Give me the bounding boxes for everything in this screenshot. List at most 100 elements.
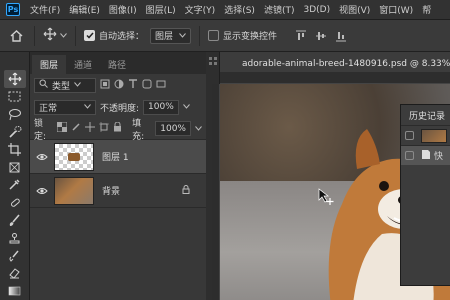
lock-all-icon[interactable] bbox=[113, 121, 122, 135]
align-bottom-icon[interactable] bbox=[335, 30, 347, 42]
chevron-down-icon[interactable] bbox=[183, 102, 190, 112]
blend-row: 正常 不透明度: 100% bbox=[30, 96, 206, 118]
snapshot-checkbox[interactable] bbox=[405, 131, 414, 140]
filter-shape-icon[interactable] bbox=[142, 79, 152, 92]
opacity-input[interactable]: 100% bbox=[143, 99, 180, 115]
layer-thumbnail bbox=[54, 142, 94, 171]
vertical-ruler bbox=[212, 84, 220, 300]
lock-row: 锁定: 填充: 100% bbox=[30, 118, 206, 142]
gradient-tool-icon[interactable] bbox=[4, 282, 26, 300]
history-snapshot[interactable]: a bbox=[401, 125, 450, 145]
horizontal-ruler bbox=[220, 72, 450, 84]
document-title: adorable-animal-breed-1480916.psd @ 8.33… bbox=[242, 58, 450, 69]
chevron-down-icon bbox=[60, 31, 67, 41]
menu-edit[interactable]: 编辑(E) bbox=[69, 3, 100, 16]
menu-select[interactable]: 选择(S) bbox=[224, 3, 255, 16]
menu-filter[interactable]: 滤镜(T) bbox=[264, 3, 295, 16]
divider bbox=[199, 25, 201, 46]
menu-file[interactable]: 文件(F) bbox=[30, 3, 60, 16]
panel-tabs: 图层 通道 路径 bbox=[30, 52, 206, 74]
menu-bar: Ps 文件(F) 编辑(E) 图像(I) 图层(L) 文字(Y) 选择(S) 滤… bbox=[0, 0, 450, 20]
fill-input[interactable]: 100% bbox=[155, 121, 191, 136]
menu-view[interactable]: 视图(V) bbox=[339, 3, 370, 16]
chevron-down-icon bbox=[179, 31, 186, 41]
lock-position-icon[interactable] bbox=[85, 122, 96, 135]
state-checkbox[interactable] bbox=[405, 151, 414, 160]
document-icon bbox=[421, 149, 431, 163]
menu-window[interactable]: 窗口(W) bbox=[379, 3, 413, 16]
layer-filter-row: 类型 bbox=[30, 74, 206, 96]
history-panel-title: 历史记录 bbox=[409, 111, 446, 122]
filter-adjustment-icon[interactable] bbox=[114, 79, 124, 92]
align-top-icon[interactable] bbox=[295, 30, 307, 42]
layer-name[interactable]: 图层 1 bbox=[102, 150, 129, 163]
brush-tool-icon[interactable] bbox=[4, 212, 26, 230]
home-icon[interactable] bbox=[6, 26, 26, 46]
auto-select-label: 自动选择： bbox=[99, 32, 145, 42]
show-transform-label: 显示变换控件 bbox=[223, 32, 278, 42]
layers-panel: 图层 通道 路径 类型 正常 不透明度: 100% 锁定: 填充: 100% 图… bbox=[30, 52, 206, 300]
fill-label: 填充: bbox=[132, 118, 145, 142]
layer-filter-dropdown[interactable]: 类型 bbox=[34, 77, 96, 93]
auto-select-value: 图层 bbox=[155, 32, 174, 42]
divider bbox=[34, 25, 35, 46]
menu-help[interactable]: 帮 bbox=[422, 3, 431, 16]
layer-name[interactable]: 背景 bbox=[102, 184, 120, 197]
show-transform-checkbox[interactable] bbox=[208, 30, 220, 41]
visibility-eye-icon[interactable] bbox=[34, 153, 50, 161]
layer-thumbnail bbox=[54, 176, 94, 205]
lasso-tool-icon[interactable] bbox=[4, 105, 26, 123]
search-icon bbox=[39, 79, 48, 91]
menu-type[interactable]: 文字(Y) bbox=[185, 3, 216, 16]
move-cursor-icon bbox=[318, 188, 334, 205]
chevron-down-icon bbox=[84, 102, 91, 112]
menu-layer[interactable]: 图层(L) bbox=[146, 3, 176, 16]
lock-transparent-icon[interactable] bbox=[56, 121, 68, 135]
lock-icon bbox=[182, 184, 190, 197]
menu-3d[interactable]: 3D(D) bbox=[303, 5, 330, 15]
menu-image[interactable]: 图像(I) bbox=[109, 3, 137, 16]
crop-tool-icon[interactable] bbox=[4, 141, 26, 159]
layer-row[interactable]: 背景 bbox=[30, 174, 206, 208]
auto-select-checkbox[interactable] bbox=[84, 30, 95, 41]
options-bar: 自动选择： 图层 显示变换控件 bbox=[0, 20, 450, 52]
tab-paths[interactable]: 路径 bbox=[100, 55, 134, 74]
healing-brush-tool-icon[interactable] bbox=[4, 194, 26, 212]
photoshop-logo: Ps bbox=[6, 3, 20, 16]
snapshot-thumbnail bbox=[421, 128, 447, 143]
eraser-tool-icon[interactable] bbox=[4, 265, 26, 283]
tab-layers[interactable]: 图层 bbox=[32, 55, 67, 74]
chevron-down-icon[interactable] bbox=[195, 124, 202, 134]
blend-mode-value: 正常 bbox=[39, 103, 58, 114]
history-item-label: 快 bbox=[434, 152, 444, 162]
layer-row[interactable]: 图层 1 bbox=[30, 140, 206, 174]
lock-image-icon[interactable] bbox=[71, 122, 81, 135]
filter-smart-object-icon[interactable] bbox=[156, 79, 166, 92]
document-tab[interactable]: adorable-animal-breed-1480916.psd @ 8.33… bbox=[220, 52, 450, 72]
auto-select-dropdown[interactable]: 图层 bbox=[150, 27, 192, 44]
tab-channels[interactable]: 通道 bbox=[66, 55, 100, 74]
marquee-tool-icon[interactable] bbox=[4, 88, 26, 106]
lock-label: 锁定: bbox=[34, 118, 47, 142]
grip-handle[interactable] bbox=[208, 61, 218, 66]
align-middle-icon[interactable] bbox=[315, 30, 327, 42]
filter-type-icon[interactable] bbox=[128, 78, 138, 92]
eyedropper-tool-icon[interactable] bbox=[4, 176, 26, 194]
filter-pixel-icon[interactable] bbox=[100, 79, 110, 92]
blend-mode-dropdown[interactable]: 正常 bbox=[34, 99, 96, 115]
history-state[interactable]: 快 bbox=[401, 145, 450, 165]
layer-filter-value: 类型 bbox=[52, 81, 71, 92]
quick-selection-tool-icon[interactable] bbox=[4, 123, 26, 141]
move-tool-icon[interactable] bbox=[3, 70, 26, 88]
frame-tool-icon[interactable] bbox=[4, 158, 26, 176]
move-tool-preset[interactable] bbox=[43, 27, 67, 44]
align-buttons bbox=[295, 30, 347, 42]
visibility-eye-icon[interactable] bbox=[34, 187, 50, 195]
tools-panel bbox=[0, 52, 30, 300]
chevron-down-icon bbox=[74, 80, 81, 90]
divider bbox=[75, 25, 76, 46]
history-brush-tool-icon[interactable] bbox=[4, 247, 26, 265]
lock-artboard-icon[interactable] bbox=[99, 122, 110, 135]
opacity-value: 100% bbox=[148, 102, 174, 112]
clone-stamp-tool-icon[interactable] bbox=[4, 229, 26, 247]
